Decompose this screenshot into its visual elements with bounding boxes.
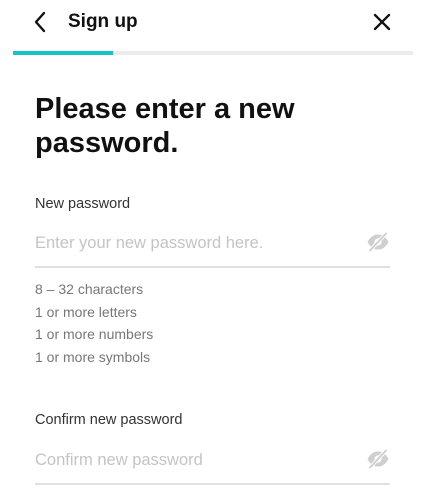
new-password-underline (35, 266, 390, 268)
back-button[interactable] (26, 8, 54, 36)
confirm-password-input[interactable] (35, 446, 357, 474)
eye-off-icon (367, 449, 389, 469)
header-bar: Sign up (0, 0, 424, 44)
toggle-confirm-password-visibility[interactable] (365, 448, 391, 470)
new-password-input[interactable] (35, 229, 357, 257)
requirement-item: 1 or more symbols (35, 349, 151, 366)
signup-progress-bar (13, 51, 413, 55)
header-title: Sign up (68, 11, 138, 32)
eye-off-icon (367, 232, 389, 252)
password-requirements: 8 – 32 characters 1 or more letters 1 or… (35, 278, 153, 369)
signup-progress-fill (13, 51, 113, 55)
new-password-label: New password (35, 196, 131, 212)
page-title: Please enter a new password. (35, 93, 295, 159)
requirement-item: 1 or more numbers (35, 326, 154, 343)
confirm-password-underline (35, 483, 390, 485)
close-button[interactable] (367, 7, 397, 37)
requirement-item: 8 – 32 characters (35, 281, 144, 297)
requirement-item: 1 or more letters (35, 303, 137, 320)
close-icon (373, 13, 391, 31)
confirm-password-label: Confirm new password (35, 412, 183, 428)
chevron-left-icon (34, 11, 46, 33)
toggle-new-password-visibility[interactable] (365, 231, 391, 253)
